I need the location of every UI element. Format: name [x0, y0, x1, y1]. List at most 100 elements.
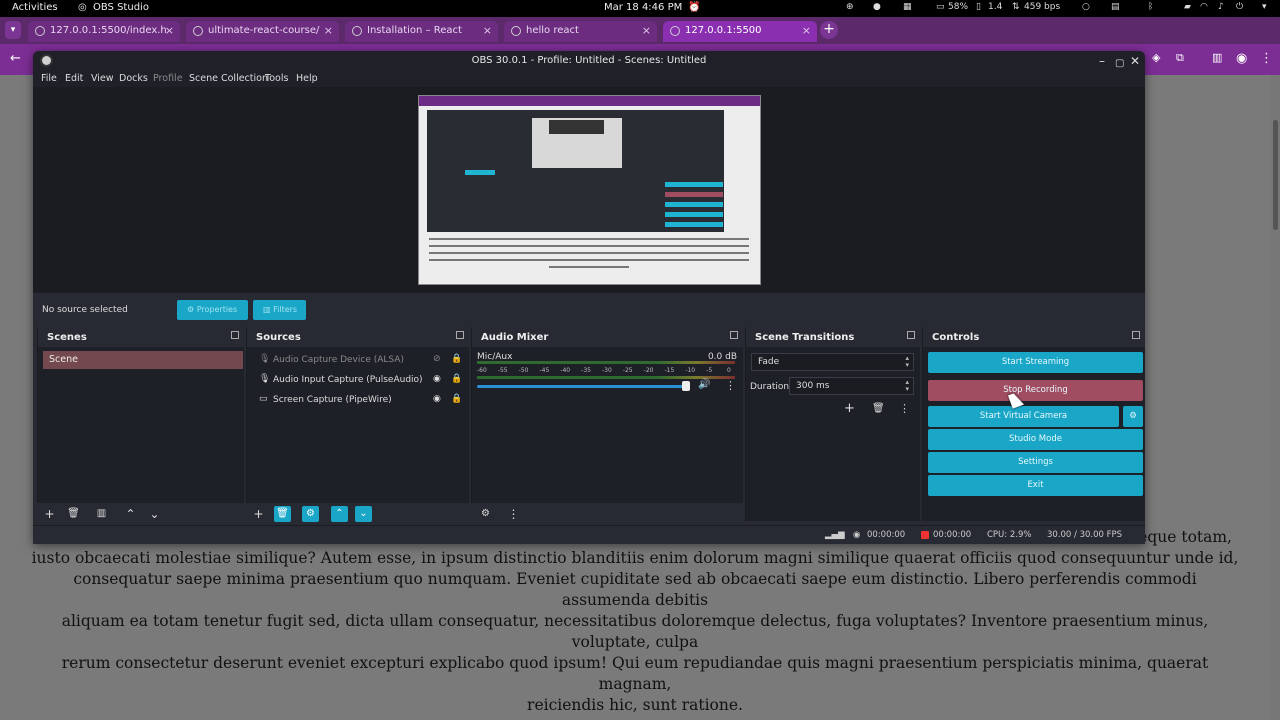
tab-5-active[interactable]: 127.0.0.1:5500 × — [663, 21, 817, 42]
status-indicator-icon[interactable]: ⊕ — [846, 2, 854, 12]
kebab-menu-icon[interactable]: ⋮ — [899, 402, 910, 415]
preview-text-line — [429, 245, 749, 247]
menu-tools[interactable]: Tools — [265, 73, 288, 84]
kebab-menu-icon[interactable]: ⋮ — [1260, 51, 1273, 66]
preview-button — [665, 192, 723, 197]
wifi-icon[interactable]: ◠ — [1200, 2, 1208, 12]
preview-button — [665, 212, 723, 217]
apps-grid-icon[interactable]: ▦ — [903, 2, 912, 12]
lock-icon[interactable]: 🔒 — [451, 374, 462, 384]
clock[interactable]: Mar 18 4:46 PM — [604, 2, 682, 13]
source-item[interactable]: 🎙 Audio Capture Device (ALSA) ⊘ 🔒 — [247, 351, 469, 371]
kebab-menu-icon[interactable]: ⋮ — [505, 506, 522, 522]
move-down-icon[interactable]: ⌄ — [146, 506, 163, 522]
remove-source-icon[interactable]: 🗑 — [274, 506, 291, 522]
menu-view[interactable]: View — [91, 73, 114, 84]
close-window-icon[interactable]: ✕ — [1130, 52, 1140, 71]
dock-float-icon[interactable] — [456, 331, 464, 339]
scene-preview[interactable] — [33, 87, 1145, 293]
dock-float-icon[interactable] — [730, 331, 738, 339]
active-app-name[interactable]: OBS Studio — [93, 2, 149, 13]
start-streaming-button[interactable]: Start Streaming — [928, 352, 1143, 373]
add-source-icon[interactable]: + — [250, 506, 267, 522]
source-properties-icon[interactable]: ⚙ — [302, 506, 319, 522]
transition-select[interactable]: Fade ▴ ▾ — [751, 353, 914, 371]
remove-scene-icon[interactable]: 🗑 — [65, 506, 82, 522]
stop-recording-button[interactable]: Stop Recording — [928, 380, 1143, 401]
advanced-audio-icon[interactable]: ⚙ — [477, 506, 494, 522]
tab-1[interactable]: 127.0.0.1:5500/index.h × — [28, 21, 180, 42]
back-arrow-icon[interactable]: ← — [10, 51, 21, 66]
menu-help[interactable]: Help — [296, 73, 318, 84]
power-icon[interactable]: ⏻ — [1236, 2, 1243, 12]
obs-title-bar[interactable]: OBS 30.0.1 - Profile: Untitled - Scenes:… — [33, 51, 1145, 70]
tab-2[interactable]: ultimate-react-course/ × — [186, 21, 339, 42]
eye-icon[interactable]: ◉ — [433, 374, 441, 384]
page-paragraph: eque totam, iusto obcaecati molestiae si… — [0, 527, 1270, 716]
settings-button[interactable]: Settings — [928, 452, 1143, 473]
move-up-icon[interactable]: ⌃ — [331, 506, 348, 522]
dock-float-icon[interactable] — [907, 331, 915, 339]
menu-docks[interactable]: Docks — [119, 73, 148, 84]
move-down-icon[interactable]: ⌄ — [355, 506, 372, 522]
speaker-icon[interactable]: 🔊 — [698, 379, 710, 390]
scene-filters-icon[interactable]: ▥ — [93, 506, 110, 522]
volume-icon[interactable]: ♪ — [1218, 2, 1224, 12]
start-virtual-camera-button[interactable]: Start Virtual Camera — [928, 406, 1119, 427]
lock-icon[interactable]: 🔒 — [451, 394, 462, 404]
globe-icon — [35, 26, 45, 36]
close-icon[interactable]: × — [483, 24, 492, 37]
clipboard-icon[interactable]: ▤ — [1111, 2, 1120, 12]
properties-button[interactable]: ⚙ Properties — [177, 300, 248, 320]
exit-button[interactable]: Exit — [928, 475, 1143, 496]
activities-button[interactable]: Activities — [12, 2, 58, 13]
sidebar-icon[interactable]: ▥ — [1212, 51, 1222, 64]
hidden-eye-icon[interactable]: ⊘ — [433, 354, 441, 364]
page-scrollbar-thumb[interactable] — [1273, 120, 1278, 230]
virtual-camera-gear-icon[interactable]: ⚙ — [1123, 406, 1143, 427]
close-icon[interactable]: × — [642, 24, 651, 37]
source-toolbar: No source selected ⚙ Properties ▥ Filter… — [33, 293, 1145, 324]
source-item[interactable]: ▭ Screen Capture (PipeWire) ◉ 🔒 — [247, 391, 469, 411]
dock-float-icon[interactable] — [231, 331, 239, 339]
sources-footer: + 🗑 ⚙ ⌃ ⌄ — [246, 503, 469, 525]
new-tab-button[interactable]: + — [820, 21, 838, 39]
source-item[interactable]: 🎙 Audio Input Capture (PulseAudio) ◉ 🔒 — [247, 371, 469, 391]
studio-mode-button[interactable]: Studio Mode — [928, 429, 1143, 450]
close-icon[interactable]: × — [165, 24, 174, 37]
dock-float-icon[interactable] — [1132, 331, 1140, 339]
chrome-tray-icon[interactable]: ● — [873, 2, 881, 12]
close-icon[interactable]: × — [324, 24, 333, 37]
tab-4[interactable]: hello react × — [504, 21, 657, 42]
menu-scene-collection[interactable]: Scene Collection — [189, 73, 268, 84]
menu-edit[interactable]: Edit — [65, 73, 83, 84]
puzzle-icon[interactable]: ⧉ — [1176, 51, 1184, 65]
folder-icon[interactable]: ▰ — [1184, 2, 1191, 12]
volume-fader[interactable] — [477, 385, 689, 388]
system-menu-icon[interactable]: ▾ — [1262, 2, 1267, 12]
eye-icon[interactable]: ◉ — [433, 394, 441, 404]
volume-fader-handle[interactable] — [682, 381, 691, 391]
menu-file[interactable]: File — [41, 73, 57, 84]
bluetooth-icon[interactable]: ᛒ — [1148, 2, 1153, 12]
lock-icon[interactable]: 🔒 — [451, 354, 462, 364]
duration-input[interactable]: 300 ms ▴ ▾ — [789, 377, 914, 395]
move-up-icon[interactable]: ⌃ — [122, 506, 139, 522]
add-scene-icon[interactable]: + — [41, 506, 58, 522]
scene-transitions-dock: Scene Transitions Fade ▴ ▾ Duration 300 m… — [745, 327, 920, 521]
minimize-icon[interactable]: – — [1099, 52, 1105, 71]
close-icon[interactable]: × — [802, 24, 811, 37]
mixer-tick-label: -50 — [518, 367, 529, 374]
tab-title: 127.0.0.1:5500/index.h — [50, 25, 167, 36]
circle-icon[interactable]: ○ — [1082, 2, 1090, 12]
scene-item[interactable]: Scene — [43, 351, 243, 369]
extension-icon[interactable]: ◈ — [1152, 51, 1160, 64]
tab-search-chevron-icon[interactable]: ▾ — [5, 21, 21, 39]
tab-3[interactable]: Installation – React × — [345, 21, 498, 42]
filters-button[interactable]: ▥ Filters — [253, 300, 306, 320]
kebab-menu-icon[interactable]: ⋮ — [725, 379, 736, 392]
add-transition-icon[interactable]: + — [844, 401, 855, 416]
profile-avatar[interactable]: ◉ — [1236, 51, 1247, 66]
remove-transition-icon[interactable]: 🗑 — [872, 403, 885, 414]
menu-profile[interactable]: Profile — [153, 73, 183, 84]
